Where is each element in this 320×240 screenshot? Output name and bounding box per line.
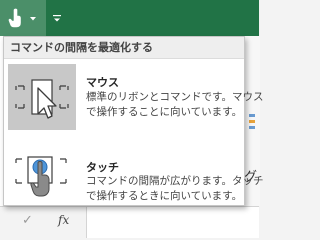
title-bar <box>0 0 259 36</box>
mouse-mode-title: マウス <box>86 76 119 89</box>
touch-mode-description: コマンドの間隔が広がります。タッチ で操作するときに向いています。 <box>86 174 264 204</box>
ribbon-mark <box>249 120 255 123</box>
insert-function-button[interactable]: fx <box>58 213 69 227</box>
menu-header: コマンドの間隔を最適化する <box>4 37 244 59</box>
ribbon-mark <box>249 126 255 129</box>
enter-check-icon[interactable]: ✓ <box>22 213 33 228</box>
touch-mode-option[interactable]: タッチ コマンドの間隔が広がります。タッチ で操作するときに向いています。 <box>6 137 264 205</box>
touch-mode-icon <box>8 8 36 28</box>
customize-qat-icon <box>53 15 61 22</box>
ribbon-mark <box>249 114 255 117</box>
description-line: で操作するときに向いています。 <box>86 190 243 202</box>
description-line: コマンドの間隔が広がります。タッチ <box>86 175 264 187</box>
description-line: で操作することに向いています。 <box>86 106 243 118</box>
touch-mode-title: タッチ <box>86 161 119 174</box>
touch-mode-icon <box>8 139 76 205</box>
formula-bar: ✓ fx <box>0 206 259 238</box>
description-line: 標準のリボンとコマンドです。マウス <box>86 91 264 103</box>
mouse-mode-icon <box>8 64 76 130</box>
touch-mouse-mode-button[interactable] <box>0 0 46 36</box>
touch-mouse-mode-menu: コマンドの間隔を最適化する マウス 標準のリボンとコマンドです。マウス で操作す… <box>3 36 264 206</box>
mouse-mode-option[interactable]: マウス 標準のリボンとコマンドです。マウス で操作することに向いています。 <box>6 62 264 130</box>
mouse-mode-description: 標準のリボンとコマンドです。マウス で操作することに向いています。 <box>86 90 264 120</box>
customize-qat-button[interactable] <box>46 0 68 36</box>
formula-buttons: ✓ fx <box>0 207 87 238</box>
